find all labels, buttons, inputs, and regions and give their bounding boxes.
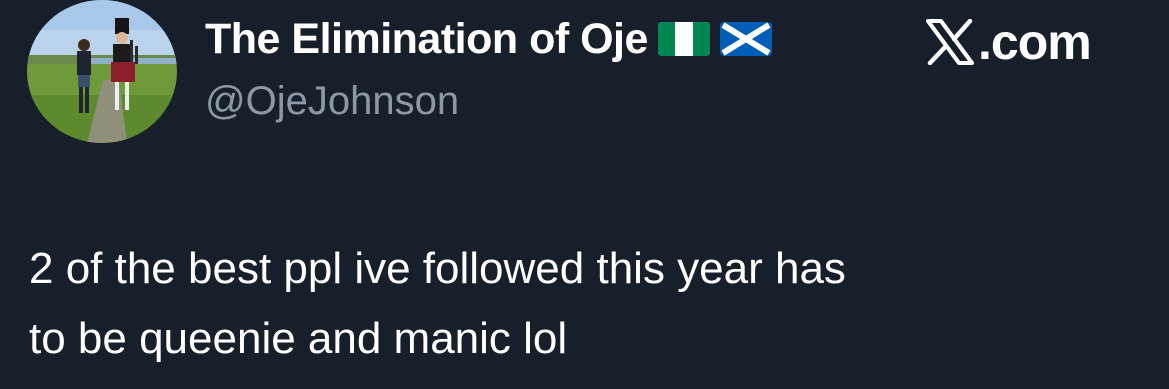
brand-domain-text: .com [978, 14, 1092, 70]
avatar-photo [27, 0, 177, 143]
author-display-name[interactable]: The Elimination of Oje [205, 14, 648, 64]
avatar[interactable] [27, 0, 177, 143]
brand-watermark: .com [926, 12, 1092, 72]
author-handle[interactable]: @OjeJohnson [205, 76, 459, 126]
tweet-text: 2 of the best ppl ive followed this year… [29, 244, 846, 363]
scotland-flag-icon [719, 22, 772, 56]
x-logo-icon [926, 19, 974, 65]
nigeria-flag-icon [657, 22, 710, 56]
author-name-row: The Elimination of Oje [205, 14, 772, 64]
